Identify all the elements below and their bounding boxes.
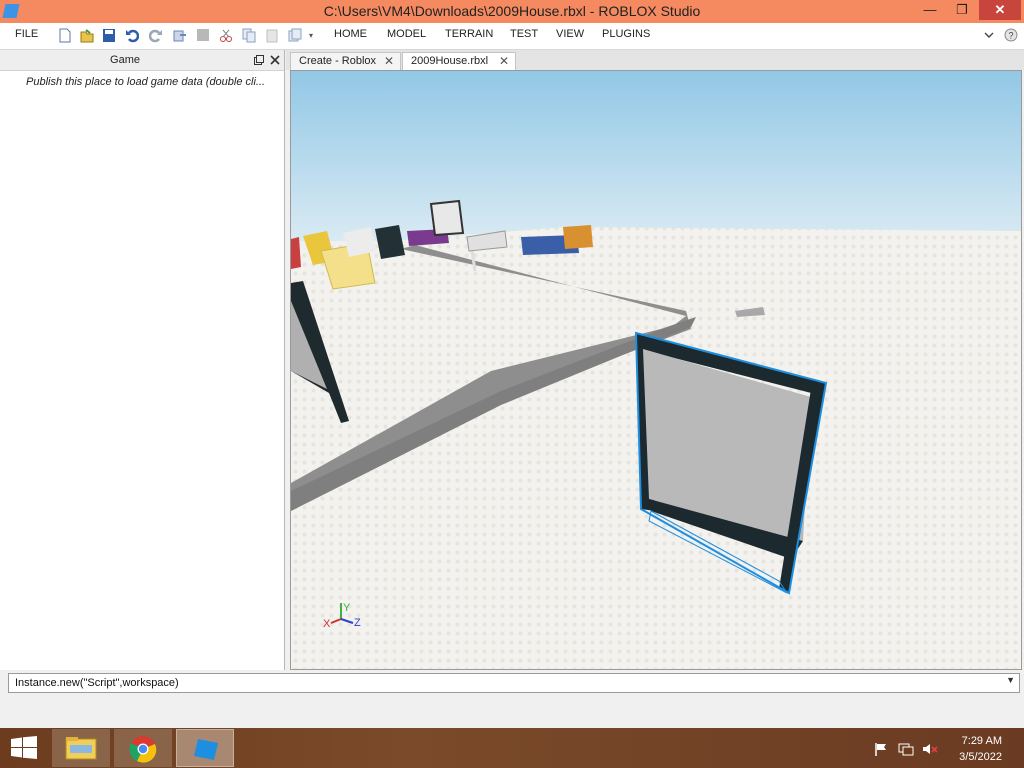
tab-model[interactable]: MODEL xyxy=(387,28,426,40)
tab-terrain[interactable]: TERRAIN xyxy=(445,28,493,40)
command-dropdown-icon[interactable]: ▼ xyxy=(1006,675,1015,685)
redo-icon[interactable] xyxy=(149,28,163,43)
publish-icon[interactable] xyxy=(172,28,186,43)
orange-blocks[interactable] xyxy=(563,225,593,249)
windows-start-icon[interactable] xyxy=(10,736,38,760)
tab-plugins[interactable]: PLUGINS xyxy=(602,28,650,40)
3d-viewport[interactable]: Y X Z xyxy=(290,70,1022,670)
sky xyxy=(291,71,1021,241)
publish-message[interactable]: Publish this place to load game data (do… xyxy=(26,76,282,88)
taskbar: 7:29 AM 3/5/2022 xyxy=(0,728,1024,768)
axis-y-label: Y xyxy=(343,602,351,614)
paste-icon[interactable] xyxy=(265,28,279,43)
tab-home[interactable]: HOME xyxy=(334,28,367,40)
help-icon[interactable]: ? xyxy=(1004,28,1018,42)
cut-icon[interactable] xyxy=(219,28,233,43)
tab-create-roblox[interactable]: Create - Roblox ✕ xyxy=(290,52,401,70)
taskbar-roblox-studio[interactable] xyxy=(176,729,234,767)
tab-2009house[interactable]: 2009House.rbxl ✕ xyxy=(402,52,516,70)
tab-label: 2009House.rbxl xyxy=(411,55,489,67)
minimize-button[interactable]: — xyxy=(915,0,945,20)
menu-file[interactable]: FILE xyxy=(15,28,38,40)
quick-access-dropdown-icon[interactable]: ▾ xyxy=(309,31,313,40)
restore-button[interactable]: ❐ xyxy=(947,0,977,20)
axis-x-label: X xyxy=(323,618,331,630)
game-panel-header: Game xyxy=(0,50,284,71)
viewport-scene[interactable]: Y X Z xyxy=(291,71,1022,670)
title-bar: C:\Users\VM4\Downloads\2009House.rbxl - … xyxy=(0,0,1024,23)
action-center-flag-icon[interactable] xyxy=(874,742,888,756)
volume-muted-icon[interactable] xyxy=(922,742,938,756)
network-icon[interactable] xyxy=(898,742,914,756)
duplicate-icon[interactable] xyxy=(288,28,302,43)
stop-icon[interactable] xyxy=(196,28,210,43)
taskbar-chrome[interactable] xyxy=(114,729,172,767)
tab-test[interactable]: TEST xyxy=(510,28,538,40)
taskbar-file-explorer[interactable] xyxy=(52,729,110,767)
clock-date[interactable]: 3/5/2022 xyxy=(959,751,1002,763)
collapse-ribbon-icon[interactable] xyxy=(983,29,995,41)
close-tab-icon[interactable]: ✕ xyxy=(384,53,394,70)
copy-icon[interactable] xyxy=(242,28,256,43)
tab-label: Create - Roblox xyxy=(299,55,377,67)
menu-bar: FILE ▾ HOME MODEL TERRAIN TEST VIEW PLUG… xyxy=(0,23,1024,50)
axis-z-label: Z xyxy=(354,617,361,629)
file-explorer-icon xyxy=(65,737,97,760)
red-object[interactable] xyxy=(291,237,301,269)
close-panel-icon[interactable] xyxy=(270,55,280,65)
svg-text:?: ? xyxy=(1008,31,1013,41)
float-panel-icon[interactable] xyxy=(254,55,264,65)
roblox-studio-icon xyxy=(194,739,218,760)
chrome-icon xyxy=(129,736,157,763)
window-title: C:\Users\VM4\Downloads\2009House.rbxl - … xyxy=(323,3,701,19)
command-input[interactable]: Instance.new("Script",workspace) xyxy=(15,677,179,689)
new-file-icon[interactable] xyxy=(58,28,72,43)
open-folder-icon[interactable] xyxy=(80,28,94,43)
game-panel: Game Publish this place to load game dat… xyxy=(0,50,285,670)
save-icon[interactable] xyxy=(102,28,116,43)
close-tab-icon[interactable]: ✕ xyxy=(499,53,509,70)
close-button[interactable]: ✕ xyxy=(979,0,1021,20)
undo-icon[interactable] xyxy=(125,28,139,43)
clock-time[interactable]: 7:29 AM xyxy=(962,735,1002,747)
sign-board[interactable] xyxy=(429,199,465,237)
game-panel-title: Game xyxy=(110,54,140,66)
tab-view[interactable]: VIEW xyxy=(556,28,584,40)
command-bar[interactable]: Instance.new("Script",workspace) ▼ xyxy=(8,673,1020,693)
